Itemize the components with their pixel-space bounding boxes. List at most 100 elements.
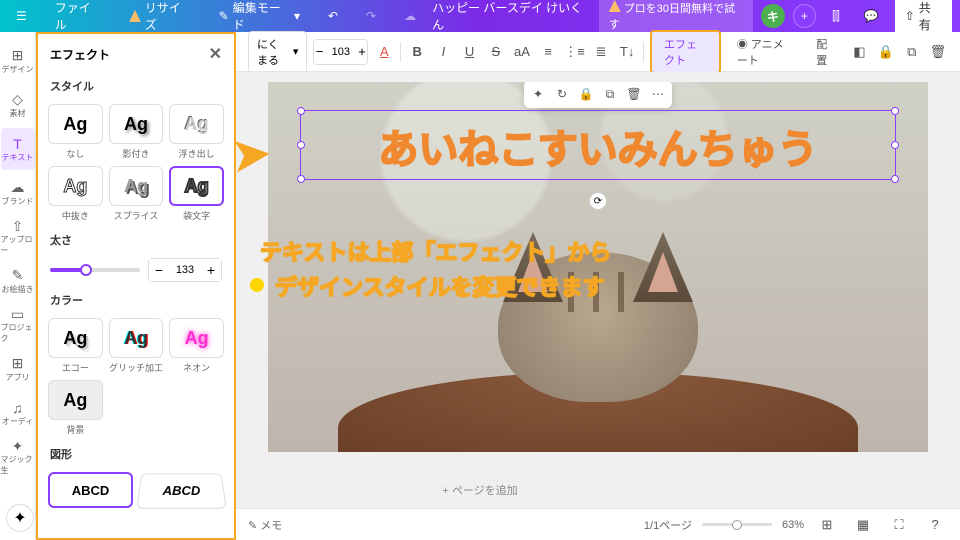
effects-button[interactable]: エフェクト [650,30,721,74]
zoom-value[interactable]: 63% [782,519,804,531]
design-icon: ⊞ [10,48,26,64]
thickness-minus[interactable]: − [149,259,169,281]
floating-toolbar: ✦ ↻ 🔒 ⧉ 🗑 ⋯ [524,82,672,108]
style-hollow[interactable]: Ag中抜き [48,166,103,222]
spacing-icon[interactable]: ≣ [591,39,611,65]
undo-icon[interactable]: ↶ [320,5,346,27]
redo-icon[interactable]: ↷ [358,5,384,27]
comment-icon[interactable]: 💬 [856,5,887,27]
panel-title: エフェクト [50,46,110,63]
shape-flat[interactable]: ABCD [48,472,133,508]
upload-icon: ⇧ [10,218,26,234]
trash-icon[interactable]: 🗑 [928,39,948,65]
more-icon[interactable]: ⋯ [647,83,669,105]
font-selector[interactable]: にくまる ▾ [248,31,307,73]
rail-audio[interactable]: ♫オーディ [1,392,35,434]
analytics-icon[interactable]: ⫿⫿ [824,5,848,28]
add-page-button[interactable]: + ページを追加 [428,476,531,504]
font-size-minus[interactable]: − [314,40,324,64]
effects-panel: エフェクト ✕ スタイル Agなし Ag影付き Ag浮き出し Ag中抜き Agス… [36,32,236,540]
magic-fab-button[interactable]: ✦ [6,504,34,532]
crown-icon [129,10,141,22]
text-color-icon[interactable]: A [374,39,394,65]
style-shadow[interactable]: Ag影付き [109,104,164,160]
style-none[interactable]: Agなし [48,104,103,160]
hamburger-icon[interactable]: ☰ [8,5,35,27]
magic-edit-icon[interactable]: ✦ [527,83,549,105]
thickness-slider[interactable] [50,268,140,272]
shape-label: 図形 [38,442,234,466]
add-member-icon[interactable]: + [793,4,817,28]
annotation-text-1: テキストは上部「エフェクト」から [260,235,611,267]
folder-icon: ▭ [10,306,26,322]
canvas-main-text[interactable]: あいねこすいみんちゅう [268,117,928,175]
transparency-icon[interactable]: ◧ [849,39,869,65]
app-header: ☰ ファイル リサイズ ✎ 編集モード ▾ ↶ ↷ ☁ ハッピー バースデイ け… [0,0,960,32]
left-rail: ⊞デザイン ◇素材 Tテキスト ☁ブランド ⇧アップロー ✎お絵描き ▭プロジェ… [0,32,36,540]
magic-icon: ✦ [10,438,26,454]
lock-icon[interactable]: 🔒 [875,39,895,65]
bold-icon[interactable]: B [407,39,427,65]
case-icon[interactable]: aA [512,39,532,65]
apps-icon: ⊞ [10,356,26,372]
strikethrough-icon[interactable]: S [486,39,506,65]
grid-view-icon[interactable]: ⊞ [814,512,840,538]
position-button[interactable]: 配置 [806,32,843,72]
cloud-sync-icon[interactable]: ☁ [396,5,424,27]
avatar[interactable]: キ [761,4,784,28]
memo-button[interactable]: ✎ メモ [248,517,282,533]
list-icon[interactable]: ⋮≡ [564,39,585,65]
rail-elements[interactable]: ◇素材 [1,84,35,126]
thickness-input[interactable] [169,264,201,276]
style-outline[interactable]: Ag袋文字 [169,166,224,222]
lock-icon[interactable]: 🔒 [575,83,597,105]
animate-button[interactable]: ◉ アニメート [727,32,800,72]
style-background[interactable]: Ag背景 [48,380,103,436]
align-icon[interactable]: ≡ [538,39,558,65]
drawing-icon: ✎ [10,268,26,284]
italic-icon[interactable]: I [433,39,453,65]
thumbnail-view-icon[interactable]: ▦ [850,512,876,538]
vertical-text-icon[interactable]: T↓ [617,39,637,65]
audio-icon: ♫ [10,400,26,416]
rail-text[interactable]: Tテキスト [1,128,35,170]
font-size-input[interactable] [325,46,357,58]
underline-icon[interactable]: U [460,39,480,65]
trash-icon[interactable]: 🗑 [623,83,645,105]
shape-curved[interactable]: ABCD [136,473,227,508]
style-emboss[interactable]: Ag浮き出し [169,104,224,160]
close-icon[interactable]: ✕ [209,44,222,64]
brand-icon: ☁ [10,180,26,196]
rail-apps[interactable]: ⊞アプリ [1,348,35,390]
thickness-label: 太さ [38,228,234,252]
text-icon: T [10,136,26,152]
fullscreen-icon[interactable]: ⛶ [886,512,912,538]
style-glitch[interactable]: Agグリッチ加工 [109,318,164,374]
rail-design[interactable]: ⊞デザイン [1,40,35,82]
bottom-bar: ✎ メモ 1/1ページ 63% ⊞ ▦ ⛶ ? [236,508,960,540]
annotation-bullet [250,278,264,292]
rotate-handle-icon[interactable]: ⟳ [589,192,607,210]
page-indicator[interactable]: 1/1ページ [644,517,692,533]
font-size-stepper[interactable]: − + [313,39,368,65]
annotation-arrow-icon: ➤ [228,123,275,184]
rotate-icon[interactable]: ↻ [551,83,573,105]
thickness-plus[interactable]: + [201,259,221,281]
rail-project[interactable]: ▭プロジェク [1,304,35,346]
document-title[interactable]: ハッピー バースデイ けいくん [432,0,591,33]
elements-icon: ◇ [10,92,26,108]
rail-magic[interactable]: ✦マジック生 [1,436,35,478]
help-icon[interactable]: ? [922,512,948,538]
style-neon[interactable]: Agネオン [169,318,224,374]
thickness-stepper[interactable]: − + [148,258,222,282]
font-size-plus[interactable]: + [357,40,367,64]
design-canvas[interactable]: ✦ ↻ 🔒 ⧉ 🗑 ⋯ あいねこすいみんちゅう ⟳ [268,82,928,452]
zoom-slider[interactable] [702,523,772,526]
rail-upload[interactable]: ⇧アップロー [1,216,35,258]
copy-icon[interactable]: ⧉ [902,39,922,65]
rail-brand[interactable]: ☁ブランド [1,172,35,214]
rail-drawing[interactable]: ✎お絵描き [1,260,35,302]
style-splice[interactable]: Agスプライス [109,166,164,222]
style-echo[interactable]: Agエコー [48,318,103,374]
duplicate-icon[interactable]: ⧉ [599,83,621,105]
